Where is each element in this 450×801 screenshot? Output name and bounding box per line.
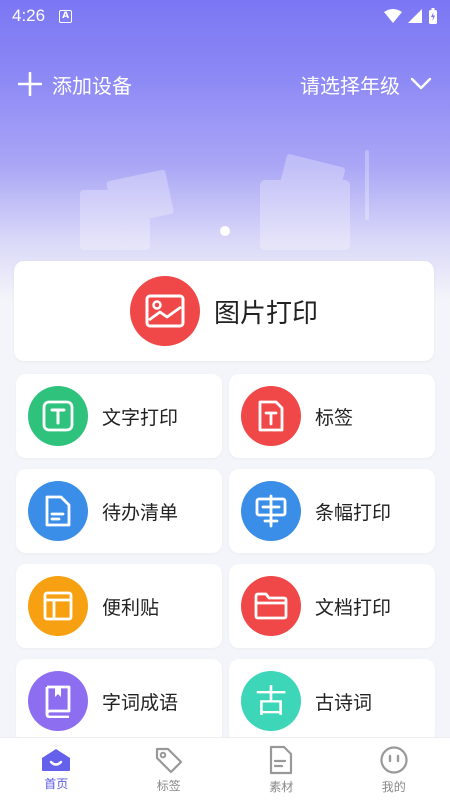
sticky-note-card[interactable]: 便利贴 <box>16 564 222 648</box>
chevron-down-icon <box>410 77 432 90</box>
carousel-indicator[interactable] <box>220 226 230 236</box>
label-label: 标签 <box>315 406 354 429</box>
todo-label: 待办清单 <box>102 501 179 524</box>
todo-card[interactable]: 待办清单 <box>16 469 222 553</box>
text-print-label: 文字打印 <box>102 406 179 429</box>
todo-icon <box>45 495 71 527</box>
todo-circle <box>28 481 88 541</box>
cellular-signal-icon <box>408 9 422 23</box>
profile-icon <box>380 745 408 774</box>
bottom-tab-bar: 首页 标签 素材 我的 <box>0 737 450 801</box>
folder-icon <box>254 592 288 620</box>
wifi-icon <box>384 9 402 23</box>
tab-mine-label: 我的 <box>381 779 406 794</box>
image-print-card[interactable]: 图片打印 <box>14 261 434 361</box>
document-print-label: 文档打印 <box>315 596 392 619</box>
tab-materials[interactable]: 素材 <box>225 738 338 801</box>
text-icon <box>42 400 74 432</box>
sticky-note-label: 便利贴 <box>102 596 160 619</box>
battery-icon <box>429 8 437 24</box>
banner-icon <box>255 494 287 528</box>
tab-tags[interactable]: 标签 <box>113 738 226 801</box>
label-icon <box>258 400 284 432</box>
tag-icon <box>155 747 182 773</box>
notification-icon: A <box>59 9 73 23</box>
image-print-circle <box>129 276 200 346</box>
document-print-circle <box>241 576 301 636</box>
book-icon <box>45 685 71 718</box>
add-device-label: 添加设备 <box>52 73 132 98</box>
text-print-circle <box>28 386 88 446</box>
ancient-poem-label: 古诗词 <box>315 691 373 714</box>
ancient-poem-circle: 古 <box>241 671 301 731</box>
text-print-card[interactable]: 文字打印 <box>16 374 222 458</box>
tab-mine[interactable]: 我的 <box>338 738 450 801</box>
banner-print-label: 条幅打印 <box>315 501 392 524</box>
idioms-card[interactable]: 字词成语 <box>16 659 222 743</box>
home-icon <box>42 748 71 771</box>
status-bar: 4:26 A <box>0 0 450 32</box>
sticky-note-icon <box>43 591 73 621</box>
add-device-button[interactable]: 添加设备 <box>18 70 132 99</box>
tab-home-label: 首页 <box>44 776 69 791</box>
idioms-circle <box>28 671 88 731</box>
banner-print-card[interactable]: 条幅打印 <box>229 469 435 553</box>
tab-home[interactable]: 首页 <box>0 738 113 801</box>
banner-illustration <box>80 150 369 250</box>
tab-tags-label: 标签 <box>156 778 181 793</box>
document-print-card[interactable]: 文档打印 <box>229 564 435 648</box>
hero-banner <box>0 0 450 300</box>
tab-materials-label: 素材 <box>269 779 294 794</box>
image-icon <box>145 294 185 328</box>
idioms-label: 字词成语 <box>102 691 179 714</box>
material-icon <box>270 745 293 774</box>
label-card[interactable]: 标签 <box>229 374 435 458</box>
grade-select-label: 请选择年级 <box>300 73 400 98</box>
grade-select-dropdown[interactable]: 请选择年级 <box>300 70 432 99</box>
sticky-note-circle <box>28 576 88 636</box>
banner-print-circle <box>241 481 301 541</box>
status-time: 4:26 <box>12 6 46 25</box>
ancient-poem-card[interactable]: 古 古诗词 <box>229 659 435 743</box>
label-circle <box>241 386 301 446</box>
ancient-poem-icon: 古 <box>254 682 287 720</box>
plus-icon <box>18 72 42 96</box>
image-print-label: 图片打印 <box>213 298 318 329</box>
top-bar: 添加设备 请选择年级 <box>0 62 450 106</box>
